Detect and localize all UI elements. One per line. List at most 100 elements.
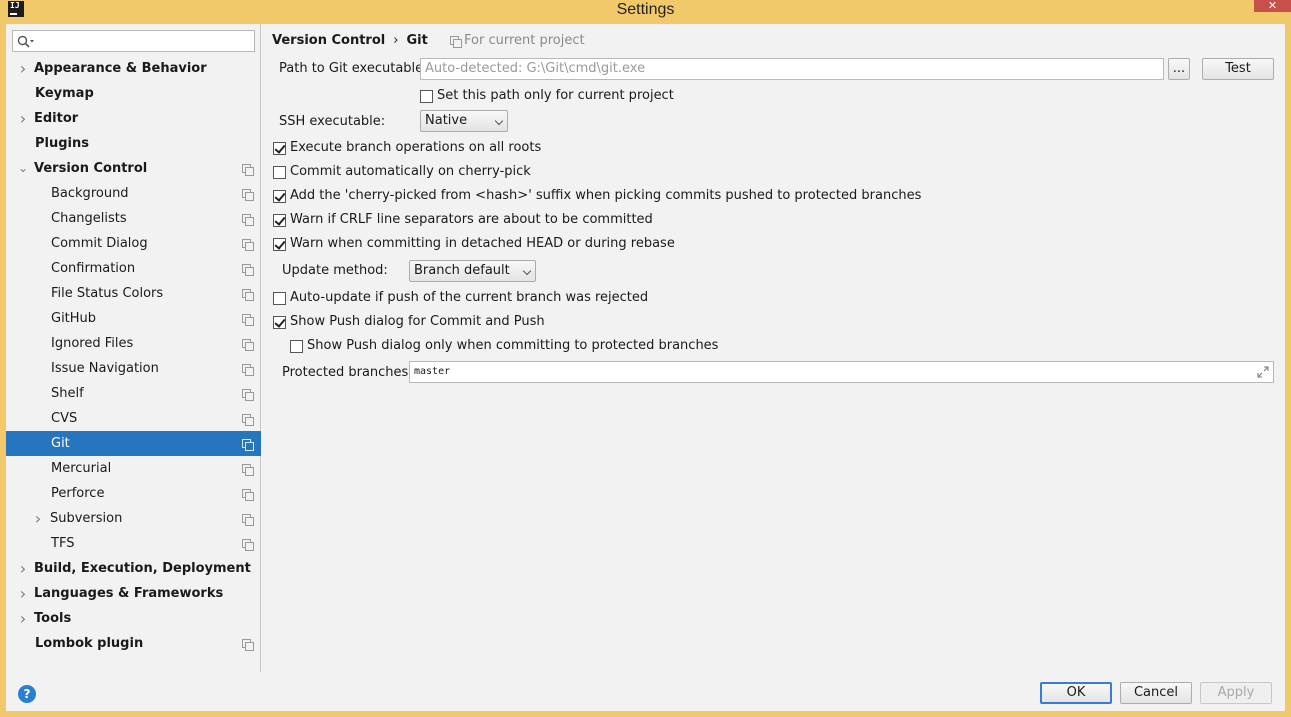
checkbox-box[interactable] [420,90,433,103]
sidebar-item-appearance-behavior[interactable]: › Appearance & Behavior [6,56,261,81]
sidebar-item-label: Build, Execution, Deployment [34,561,251,576]
window-title: Settings [616,1,675,18]
sidebar-item-confirmation[interactable]: Confirmation [6,256,261,281]
sidebar-item-version-control[interactable]: ⌄ Version Control [6,156,261,181]
checkbox-box[interactable] [273,238,286,251]
sidebar-item-shelf[interactable]: Shelf [6,381,261,406]
sidebar-item-label: Changelists [51,211,127,226]
ok-button[interactable]: OK [1040,682,1112,704]
checkbox-box[interactable] [273,214,286,227]
sidebar-item-github[interactable]: GitHub [6,306,261,331]
project-scope-icon [242,514,254,526]
project-scope-icon [242,214,254,226]
project-scope-icon [242,414,254,426]
sidebar-item-ignored-files[interactable]: Ignored Files [6,331,261,356]
sidebar-item-label: Git [51,436,70,451]
project-scope-icon [242,389,254,401]
sidebar-item-label: Appearance & Behavior [34,61,207,76]
sidebar-item-label: Version Control [34,161,148,176]
update-method-select[interactable]: Branch default [409,260,536,282]
project-scope-icon [242,164,254,176]
chevron-right-icon[interactable]: › [17,556,29,581]
project-scope-icon [242,464,254,476]
protected-branches-label: Protected branches: [282,365,413,380]
sidebar-item-cvs[interactable]: CVS [6,406,261,431]
chevron-right-icon[interactable]: › [17,56,29,81]
chevron-right-icon[interactable]: › [32,506,44,531]
checkbox-box[interactable] [273,316,286,329]
git-path-label: Path to Git executable: [279,61,428,76]
sidebar-item-perforce[interactable]: Perforce [6,481,261,506]
checkbox-box[interactable] [273,292,286,305]
chevron-down-icon[interactable]: ⌄ [17,156,29,181]
apply-button[interactable]: Apply [1200,682,1272,704]
checkbox-label: Show Push dialog only when committing to… [307,338,719,353]
sidebar-item-label: Perforce [51,486,105,501]
sidebar-item-lombok-plugin[interactable]: Lombok plugin [6,631,261,656]
chevron-right-icon[interactable]: › [17,106,29,131]
project-scope-icon [242,239,254,251]
sidebar-item-subversion[interactable]: › Subversion [6,506,261,531]
checkbox-label: Set this path only for current project [437,88,674,103]
sidebar-item-label: Subversion [50,511,123,526]
sidebar-item-build-execution-deployment[interactable]: › Build, Execution, Deployment [6,556,261,581]
update-method-value: Branch default [414,263,510,278]
sidebar-item-mercurial[interactable]: Mercurial [6,456,261,481]
ssh-value: Native [425,113,468,128]
sidebar-item-commit-dialog[interactable]: Commit Dialog [6,231,261,256]
project-scope-icon [242,264,254,276]
sidebar-item-changelists[interactable]: Changelists [6,206,261,231]
chevron-down-icon [494,116,504,126]
checkbox-label: Execute branch operations on all roots [290,140,542,155]
chevron-right-icon[interactable]: › [17,581,29,606]
title-bar: IJ Settings ✕ [0,0,1291,24]
checkbox-box[interactable] [273,142,286,155]
sidebar-item-label: Lombok plugin [35,636,144,651]
sidebar-item-keymap[interactable]: Keymap [6,81,261,106]
sidebar-item-label: Keymap [35,86,94,101]
checkbox-box[interactable] [273,166,286,179]
sidebar-item-label: CVS [51,411,78,426]
browse-button[interactable]: ... [1168,58,1190,80]
sidebar-item-label: Commit Dialog [51,236,148,251]
project-scope-icon [242,639,254,651]
test-button[interactable]: Test [1202,58,1274,80]
expand-icon[interactable] [1257,366,1269,378]
ssh-executable-select[interactable]: Native [420,110,508,132]
sidebar-item-label: Issue Navigation [51,361,159,376]
sidebar-item-issue-navigation[interactable]: Issue Navigation [6,356,261,381]
sidebar-item-git[interactable]: Git [6,431,261,456]
checkbox-box[interactable] [273,190,286,203]
sidebar-item-tools[interactable]: › Tools [6,606,261,631]
settings-dialog: › Appearance & Behavior Keymap › Editor Plugi… [6,24,1285,711]
project-scope-icon [242,539,254,551]
checkbox-label: Warn when committing in detached HEAD or… [290,236,675,251]
sidebar-item-background[interactable]: Background [6,181,261,206]
help-icon[interactable]: ? [18,685,36,703]
sidebar-item-plugins[interactable]: Plugins [6,131,261,156]
checkbox-box[interactable] [290,340,303,353]
project-scope-icon [242,489,254,501]
sidebar-item-languages-frameworks[interactable]: › Languages & Frameworks [6,581,261,606]
sidebar-item-file-status-colors[interactable]: File Status Colors [6,281,261,306]
checkbox-label: Warn if CRLF line separators are about t… [290,212,653,227]
sidebar-item-editor[interactable]: › Editor [6,106,261,131]
chevron-right-icon[interactable]: › [17,606,29,631]
search-icon [17,35,34,48]
cancel-button[interactable]: Cancel [1120,682,1192,704]
breadcrumb-parent[interactable]: Version Control [272,33,385,48]
sidebar-item-label: Background [51,186,129,201]
checkbox-label: Auto-update if push of the current branc… [290,290,649,305]
breadcrumb-separator: › [393,33,399,48]
breadcrumb-current: Git [406,33,428,48]
close-button[interactable]: ✕ [1254,0,1291,12]
sidebar-item-label: File Status Colors [51,286,164,301]
search-input[interactable] [12,30,255,52]
sidebar-item-label: Shelf [51,386,84,401]
protected-branches-field[interactable]: master [409,361,1274,383]
sidebar-item-tfs[interactable]: TFS [6,531,261,556]
sidebar-item-label: Languages & Frameworks [34,586,224,601]
git-path-field[interactable]: Auto-detected: G:\Git\cmd\git.exe [420,58,1164,80]
project-scope-icon [242,289,254,301]
scope-indicator: For current project [450,32,585,50]
